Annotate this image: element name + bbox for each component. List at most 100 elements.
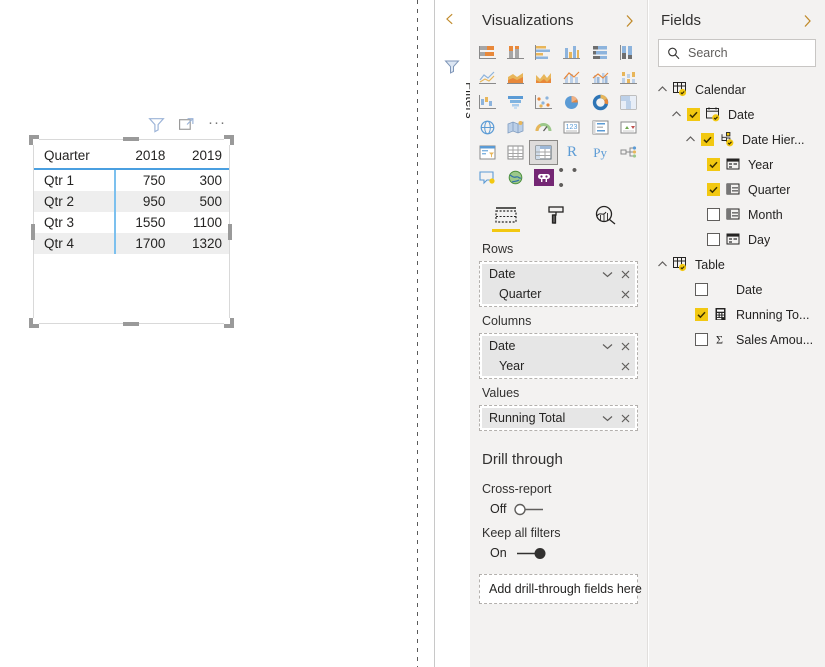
resize-handle-left[interactable]	[31, 224, 35, 240]
field-node-quarter[interactable]: Quarter	[649, 177, 825, 202]
field-checkbox-checked[interactable]	[707, 183, 720, 196]
power-apps-icon[interactable]	[530, 166, 557, 189]
remove-field-icon[interactable]	[621, 342, 630, 351]
decomposition-tree-icon[interactable]	[615, 141, 642, 164]
chevron-right-icon[interactable]	[801, 14, 813, 28]
search-input[interactable]: Search	[658, 39, 816, 67]
field-chip[interactable]: Quarter	[482, 284, 635, 304]
chevron-right-icon[interactable]	[623, 14, 635, 28]
matrix-cell[interactable]: 750	[115, 169, 173, 191]
arcgis-map-icon[interactable]	[502, 166, 529, 189]
field-chip[interactable]: Date	[482, 336, 635, 356]
donut-chart-icon[interactable]	[587, 91, 614, 114]
field-node-table[interactable]: Table	[649, 252, 825, 277]
field-well-values[interactable]: Running Total	[479, 405, 638, 431]
ribbon-chart-icon[interactable]	[615, 66, 642, 89]
field-checkbox-unchecked[interactable]	[707, 208, 720, 221]
table-row[interactable]: Qtr 4 1700 1320	[34, 233, 229, 254]
field-well-columns[interactable]: Date Year	[479, 333, 638, 379]
field-checkbox-unchecked[interactable]	[695, 333, 708, 346]
field-checkbox-checked[interactable]	[695, 308, 708, 321]
matrix-cell[interactable]: 1550	[115, 212, 173, 233]
drill-through-drop-zone[interactable]: Add drill-through fields here	[479, 574, 642, 604]
field-checkbox-checked[interactable]	[687, 108, 700, 121]
more-visuals-icon[interactable]: • • •	[558, 163, 585, 193]
table-row[interactable]: Qtr 1 750 300	[34, 169, 229, 191]
stacked-bar-chart-icon[interactable]	[474, 41, 501, 64]
area-chart-icon[interactable]	[530, 66, 557, 89]
clustered-column-chart-icon[interactable]	[558, 41, 585, 64]
matrix-cell[interactable]: 500	[172, 191, 229, 212]
clustered-bar-chart-icon[interactable]	[530, 41, 557, 64]
resize-handle-right[interactable]	[228, 224, 232, 240]
matrix-row-label[interactable]: Qtr 4	[34, 233, 116, 254]
matrix-cell[interactable]: 1700	[114, 233, 173, 254]
tab-fields[interactable]	[492, 205, 520, 235]
field-node-day[interactable]: Day	[649, 227, 825, 252]
waterfall-chart-icon[interactable]	[474, 91, 501, 114]
line-chart-icon[interactable]	[474, 66, 501, 89]
field-checkbox-unchecked[interactable]	[695, 283, 708, 296]
matrix-row-header[interactable]: Quarter	[34, 140, 115, 170]
python-visual-icon[interactable]: Py	[587, 141, 614, 164]
tab-format[interactable]	[542, 205, 570, 235]
matrix-column-header[interactable]: 2018	[114, 140, 173, 170]
line-stacked-column-chart-icon[interactable]	[558, 66, 585, 89]
multi-row-card-icon[interactable]	[587, 116, 614, 139]
chevron-down-icon[interactable]	[602, 343, 613, 350]
keep-all-filters-toggle[interactable]	[514, 547, 548, 560]
filter-icon[interactable]	[444, 58, 460, 74]
field-chip[interactable]: Running Total	[482, 408, 635, 428]
chevron-up-icon[interactable]	[657, 84, 668, 95]
field-checkbox-unchecked[interactable]	[707, 233, 720, 246]
matrix-cell[interactable]: 1320	[172, 233, 229, 254]
field-node-date[interactable]: Date	[649, 102, 825, 127]
table-icon[interactable]	[502, 141, 529, 164]
funnel-chart-icon[interactable]	[502, 91, 529, 114]
field-node-year[interactable]: Year	[649, 152, 825, 177]
chevron-down-icon[interactable]	[602, 271, 613, 278]
report-canvas[interactable]: ··· Quarter 2018 2019 Qtr 1 750 300 Qtr …	[0, 0, 417, 667]
pie-chart-icon[interactable]	[558, 91, 585, 114]
resize-handle-top[interactable]	[123, 137, 139, 141]
filled-map-icon[interactable]	[502, 116, 529, 139]
chevron-down-icon[interactable]	[602, 415, 613, 422]
card-icon[interactable]: 123	[558, 116, 585, 139]
remove-field-icon[interactable]	[621, 290, 630, 299]
remove-field-icon[interactable]	[621, 414, 630, 423]
table-row[interactable]: Qtr 2 950 500	[34, 191, 229, 212]
chevron-left-icon[interactable]	[443, 12, 457, 26]
matrix-column-header[interactable]: 2019	[172, 140, 229, 170]
field-node-calendar[interactable]: Calendar	[649, 77, 825, 102]
field-chip[interactable]: Year	[482, 356, 635, 376]
resize-handle-bottom[interactable]	[123, 322, 139, 326]
field-node-month[interactable]: Month	[649, 202, 825, 227]
field-node-sales-amount[interactable]: Σ Sales Amou...	[649, 327, 825, 352]
matrix-cell[interactable]: 1100	[172, 212, 229, 233]
field-node-running-total[interactable]: Running To...	[649, 302, 825, 327]
slicer-icon[interactable]	[474, 141, 501, 164]
tab-analytics[interactable]	[592, 205, 620, 235]
field-checkbox-checked[interactable]	[701, 133, 714, 146]
scatter-chart-icon[interactable]	[530, 91, 557, 114]
matrix-row-label[interactable]: Qtr 1	[34, 169, 116, 191]
matrix-cell[interactable]: 300	[172, 169, 229, 191]
stacked-column-chart-icon[interactable]	[502, 41, 529, 64]
field-node-date-hierarchy[interactable]: Date Hier...	[649, 127, 825, 152]
table-row[interactable]: Qtr 3 1550 1100	[34, 212, 229, 233]
kpi-icon[interactable]	[615, 116, 642, 139]
matrix-row-label[interactable]: Qtr 3	[34, 212, 116, 233]
field-checkbox-checked[interactable]	[707, 158, 720, 171]
chevron-up-icon[interactable]	[657, 259, 668, 270]
chevron-up-icon[interactable]	[685, 134, 696, 145]
cross-report-toggle[interactable]	[513, 503, 547, 516]
hundred-percent-stacked-bar-chart-icon[interactable]	[587, 41, 614, 64]
field-well-rows[interactable]: Date Quarter	[479, 261, 638, 307]
treemap-icon[interactable]	[615, 91, 642, 114]
map-icon[interactable]	[474, 116, 501, 139]
chevron-up-icon[interactable]	[671, 109, 682, 120]
matrix-icon[interactable]	[529, 140, 559, 165]
hundred-percent-stacked-column-chart-icon[interactable]	[615, 41, 642, 64]
stacked-area-chart-icon[interactable]	[502, 66, 529, 89]
matrix-cell[interactable]: 950	[114, 191, 173, 212]
